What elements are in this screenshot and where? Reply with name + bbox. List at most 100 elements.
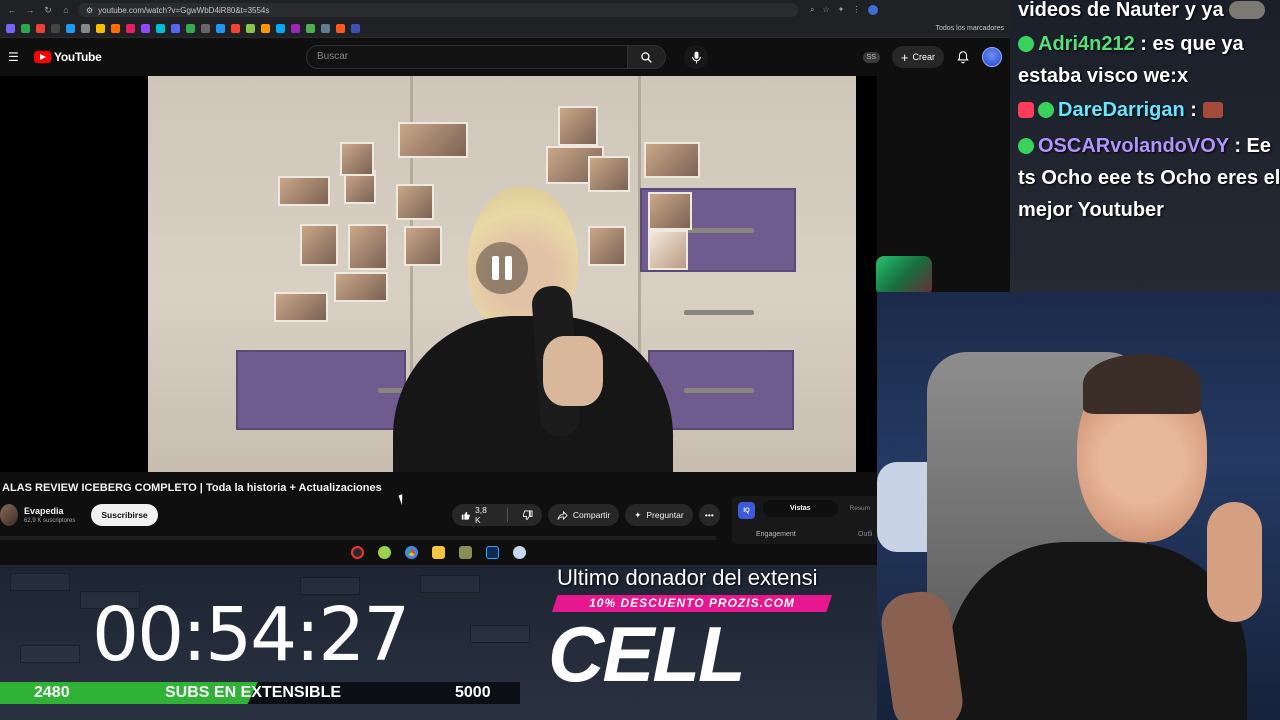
drawer-handle — [684, 228, 754, 233]
video-player[interactable] — [0, 76, 877, 472]
bookmark-icon[interactable] — [156, 24, 165, 33]
search-input[interactable]: Buscar — [306, 45, 628, 69]
bookmark-icon[interactable] — [216, 24, 225, 33]
chat-text: : Ee — [1234, 135, 1272, 157]
bookmark-icon[interactable] — [336, 24, 345, 33]
dislike-button[interactable] — [513, 504, 542, 526]
bookmark-icon[interactable] — [261, 24, 270, 33]
wall-brick — [20, 645, 80, 663]
subathon-timer: 00:54:27 — [92, 592, 410, 678]
wall-photo — [396, 184, 434, 220]
bookmark-icon[interactable] — [141, 24, 150, 33]
bookmark-icon[interactable] — [36, 24, 45, 33]
wall-photo — [334, 272, 388, 302]
reload-icon[interactable]: ↻ — [42, 5, 54, 16]
notifications-bell-icon[interactable] — [956, 50, 970, 64]
wall-photo — [398, 122, 468, 158]
zoom-icon[interactable]: ⌕ — [810, 5, 814, 15]
extension-logo[interactable]: IQ — [738, 502, 755, 519]
browser-actions: ⌕ ☆ ✦ ⋮ — [810, 5, 879, 15]
video-person-shirt — [393, 316, 673, 472]
channel-avatar[interactable] — [0, 504, 18, 526]
search-button[interactable] — [628, 45, 666, 69]
profile-avatar[interactable] — [982, 47, 1002, 67]
like-button[interactable]: 3,8 K — [452, 504, 502, 526]
more-actions-button[interactable]: ••• — [698, 504, 720, 526]
sparkle-icon: ✦ — [634, 509, 642, 520]
last-donor-label: Ultimo donador del extensi — [557, 565, 818, 590]
back-icon[interactable]: ← — [6, 5, 18, 15]
browser-profile-icon[interactable] — [868, 5, 879, 15]
wall-photo — [558, 106, 598, 146]
bookmark-icon[interactable] — [351, 24, 360, 33]
bookmark-icon[interactable] — [201, 24, 210, 33]
app-icon[interactable] — [378, 545, 391, 559]
chat-emote — [1202, 102, 1223, 118]
channel-meta: Evapedia 62,9 K suscriptores — [24, 506, 75, 524]
bookmarks-folder[interactable]: Todos los marcadores — [936, 25, 1004, 32]
photoshop-icon[interactable] — [486, 545, 499, 559]
channel-name[interactable]: Evapedia — [24, 506, 75, 516]
bookmark-icon[interactable] — [66, 24, 75, 33]
header-actions: SS + Crear — [862, 46, 1002, 68]
tab-vistas[interactable]: Vistas — [763, 500, 838, 517]
bookmark-icon[interactable] — [126, 24, 135, 33]
bookmark-icon[interactable] — [291, 24, 300, 33]
bookmark-icon[interactable] — [111, 24, 120, 33]
bookmark-icon[interactable] — [6, 24, 15, 33]
file-explorer-icon[interactable] — [432, 545, 445, 559]
gem-icon — [876, 256, 932, 296]
address-bar[interactable]: ⚙ youtube.com/watch?v=GgwWbD4iR80&t=3554… — [78, 3, 798, 17]
drawer-handle — [684, 388, 754, 393]
site-info-icon[interactable]: ⚙ — [86, 6, 93, 15]
bookmark-star-icon[interactable]: ☆ — [822, 5, 829, 15]
home-icon[interactable]: ⌂ — [60, 5, 72, 15]
like-dislike-group: 3,8 K — [452, 504, 542, 526]
bookmark-icon[interactable] — [246, 24, 255, 33]
wall-photo — [278, 176, 330, 206]
wall-brick — [10, 573, 70, 591]
hamburger-menu-icon[interactable]: ☰ — [8, 50, 24, 64]
chat-username: DareDarrigan — [1058, 99, 1185, 121]
extensions-icon[interactable]: ✦ — [838, 5, 845, 15]
chat-badge-icon — [1018, 138, 1034, 154]
youtube-logo[interactable]: YouTube — [34, 50, 102, 64]
webcam-feed — [877, 292, 1280, 720]
voice-search-button[interactable] — [684, 45, 708, 69]
share-button[interactable]: Compartir — [547, 504, 620, 526]
chrome-icon[interactable] — [405, 545, 418, 559]
bookmark-icon[interactable] — [21, 24, 30, 33]
forward-icon[interactable]: → — [24, 5, 36, 15]
bookmark-icon[interactable] — [306, 24, 315, 33]
youtube-play-icon — [34, 51, 51, 63]
search-icon — [641, 51, 652, 63]
stream-screen: ← → ↻ ⌂ ⚙ youtube.com/watch?v=GgwWbD4iR8… — [0, 0, 1280, 720]
app-icon[interactable] — [459, 545, 472, 559]
video-title: ALAS REVIEW ICEBERG COMPLETO | Toda la h… — [2, 482, 382, 494]
ask-button[interactable]: ✦ Preguntar — [625, 504, 693, 526]
bookmark-icon[interactable] — [276, 24, 285, 33]
pause-button[interactable] — [476, 242, 528, 294]
bookmark-icon[interactable] — [171, 24, 180, 33]
bookmark-icon[interactable] — [186, 24, 195, 33]
subscribe-button[interactable]: Suscribirse — [91, 504, 158, 526]
subs-progress-bar: 2480 SUBS EN EXTENSIBLE 5000 — [0, 682, 520, 704]
bookmark-icon[interactable] — [81, 24, 90, 33]
video-actions: 3,8 K Compartir ✦ Preguntar ••• — [452, 504, 720, 526]
bookmark-icon[interactable] — [51, 24, 60, 33]
app-icon[interactable] — [513, 545, 526, 559]
ss-badge[interactable]: SS — [862, 51, 880, 63]
taskbar — [0, 542, 877, 562]
browser-toolbar: ← → ↻ ⌂ ⚙ youtube.com/watch?v=GgwWbD4iR8… — [0, 0, 1010, 20]
tab-resumen[interactable]: Resum — [850, 505, 871, 512]
subs-goal: 5000 — [455, 684, 491, 701]
wall-brick — [420, 575, 480, 593]
chat-badge-icon — [1038, 102, 1054, 118]
chat-message-continued: ts Ocho eee ts Ocho eres el — [1018, 167, 1280, 189]
bookmark-icon[interactable] — [321, 24, 330, 33]
obs-icon[interactable] — [351, 545, 364, 559]
bookmark-icon[interactable] — [231, 24, 240, 33]
menu-dots-icon[interactable]: ⋮ — [852, 5, 860, 15]
bookmark-icon[interactable] — [96, 24, 105, 33]
create-button[interactable]: + Crear — [891, 46, 944, 68]
